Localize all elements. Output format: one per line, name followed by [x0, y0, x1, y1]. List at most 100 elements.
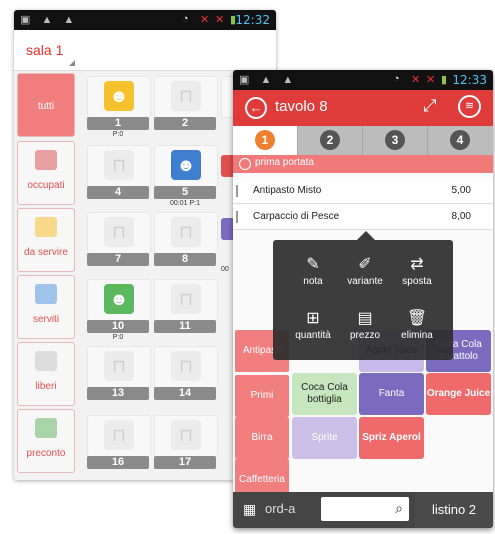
- order-item-price: 5,00: [451, 185, 471, 196]
- back-arrow-icon[interactable]: ←: [245, 97, 267, 119]
- table-info: 00: [221, 266, 229, 273]
- table-13[interactable]: ⊓ 13: [87, 346, 151, 408]
- category-serviti[interactable]: serviti: [17, 275, 75, 339]
- expand-icon[interactable]: ⤢: [423, 96, 437, 116]
- row-marker: [236, 185, 238, 197]
- menu-label: quantità: [295, 330, 331, 341]
- waiter-icon: ☻: [104, 81, 134, 111]
- tab-number: 2: [320, 130, 340, 150]
- free-icon: [35, 351, 57, 371]
- table-11[interactable]: ⊓ 11: [154, 279, 218, 341]
- table-5[interactable]: ☻ 5 00:01 P:1: [154, 145, 218, 207]
- wifi-icon: ◔: [393, 73, 400, 85]
- order-selector[interactable]: ord-a: [265, 501, 295, 516]
- dropdown-corner-icon: [69, 60, 75, 66]
- room-selector[interactable]: sala 1: [26, 42, 63, 58]
- no-signal-icon: ✕: [215, 14, 225, 26]
- product-category-primi[interactable]: Primi: [235, 375, 289, 417]
- table-8[interactable]: ⊓ 8: [154, 212, 218, 274]
- price-list-button[interactable]: listino 2: [415, 492, 493, 528]
- menu-pointer: [357, 231, 375, 240]
- tab-number: 1: [255, 130, 275, 150]
- table-number: 4: [87, 186, 149, 199]
- send-wireless-icon[interactable]: ≋: [458, 95, 481, 118]
- table-number: 17: [154, 456, 216, 469]
- table-number: 13: [87, 387, 149, 400]
- pre-bill-icon: ☻: [104, 284, 134, 314]
- status-time: 12:32: [235, 13, 270, 27]
- product-spriz-aperol[interactable]: Spriz Aperol: [359, 417, 424, 459]
- table-info: P:0: [112, 334, 124, 341]
- table-info: 00:01 P:1: [170, 200, 200, 207]
- tab-course-3[interactable]: 3: [363, 126, 428, 155]
- table-icon: ⊓: [171, 351, 201, 381]
- category-liberi[interactable]: liberi: [17, 342, 75, 406]
- search-input[interactable]: ⌕: [321, 497, 409, 521]
- table-7[interactable]: ⊓ 7: [87, 212, 151, 274]
- order-item-name: Carpaccio di Pesce: [253, 211, 340, 222]
- grid-icon[interactable]: ▦: [243, 502, 257, 516]
- notification-icons: ▣ ▲ ▲: [239, 74, 298, 86]
- table-box: ⊓: [87, 346, 151, 388]
- table-info: P:0: [112, 131, 124, 138]
- product-fanta[interactable]: Fanta: [359, 373, 424, 415]
- table-16[interactable]: ⊓ 16: [87, 415, 151, 477]
- room-header[interactable]: sala 1: [14, 30, 276, 71]
- to-serve-icon: [35, 217, 57, 237]
- wifi-icon: ◔: [182, 13, 189, 25]
- product-category-birra[interactable]: Birra: [235, 417, 289, 459]
- search-icon[interactable]: ⌕: [395, 500, 403, 517]
- table-icon: ⊓: [171, 81, 201, 111]
- table-number: 2: [154, 117, 216, 130]
- table-title: tavolo 8: [275, 98, 328, 115]
- table-number: 16: [87, 456, 149, 469]
- order-row[interactable]: Antipasto Misto 5,00: [233, 179, 493, 204]
- menu-elimina[interactable]: 🗑 elimina: [387, 304, 447, 349]
- table-10[interactable]: ☻ 10 P:0: [87, 279, 151, 341]
- table-box: ⊓: [154, 212, 218, 254]
- table-box: ⊓: [154, 346, 218, 388]
- table-header: ← tavolo 8 ⤢ ≋: [233, 90, 493, 126]
- menu-sposta[interactable]: ⇄ sposta: [387, 250, 447, 295]
- menu-label: nota: [303, 276, 323, 287]
- edit-note-icon: ✎: [306, 256, 320, 273]
- order-item-name: Antipasto Misto: [253, 185, 322, 196]
- category-label: tutti: [37, 101, 55, 112]
- course-heading[interactable]: prima portata: [233, 155, 493, 173]
- order-row[interactable]: Carpaccio di Pesce 8,00: [233, 205, 493, 230]
- table-1[interactable]: ☻ 1 P:0: [87, 76, 151, 138]
- no-signal-icon: ✕: [411, 74, 421, 86]
- table-icon: ⊓: [171, 217, 201, 247]
- pre-bill-icon: [35, 418, 57, 438]
- table-box: ⊓: [154, 279, 218, 321]
- table-icon: ⊓: [171, 284, 201, 314]
- table-14[interactable]: ⊓ 14: [154, 346, 218, 408]
- product-sprite[interactable]: Sprite: [292, 417, 357, 459]
- category-label: liberi: [35, 381, 57, 392]
- menu-nota[interactable]: ✎ nota: [283, 250, 343, 295]
- tab-course-2[interactable]: 2: [298, 126, 363, 155]
- menu-variante[interactable]: ✐ variante: [335, 250, 395, 295]
- category-da-servire[interactable]: da servire: [17, 208, 75, 272]
- menu-quantita[interactable]: ⊞ quantità: [283, 304, 343, 349]
- menu-label: prezzo: [349, 330, 380, 341]
- tab-course-4[interactable]: 4: [428, 126, 493, 155]
- radio-icon: [239, 158, 251, 170]
- table-box: ⊓: [87, 415, 151, 457]
- table-icon: ⊓: [104, 217, 134, 247]
- table-icon: ⊓: [104, 351, 134, 381]
- table-17[interactable]: ⊓ 17: [154, 415, 218, 477]
- table-2[interactable]: ⊓ 2: [154, 76, 218, 138]
- table-number: 14: [154, 387, 216, 400]
- table-number: 1: [87, 117, 149, 130]
- product-coca-cola-bottiglia[interactable]: Coca Cola bottiglia: [292, 373, 357, 415]
- tab-course-1[interactable]: 1: [233, 126, 298, 155]
- category-occupati[interactable]: occupati: [17, 141, 75, 205]
- table-box: ☻: [154, 145, 218, 187]
- category-preconto[interactable]: preconto: [17, 409, 75, 473]
- table-4[interactable]: ⊓ 4: [87, 145, 151, 207]
- menu-prezzo[interactable]: ▤ prezzo: [335, 304, 395, 349]
- product-orange-juice[interactable]: Orange Juice: [426, 373, 491, 415]
- category-tutti[interactable]: tutti: [17, 73, 75, 137]
- move-icon: ⇄: [410, 256, 424, 273]
